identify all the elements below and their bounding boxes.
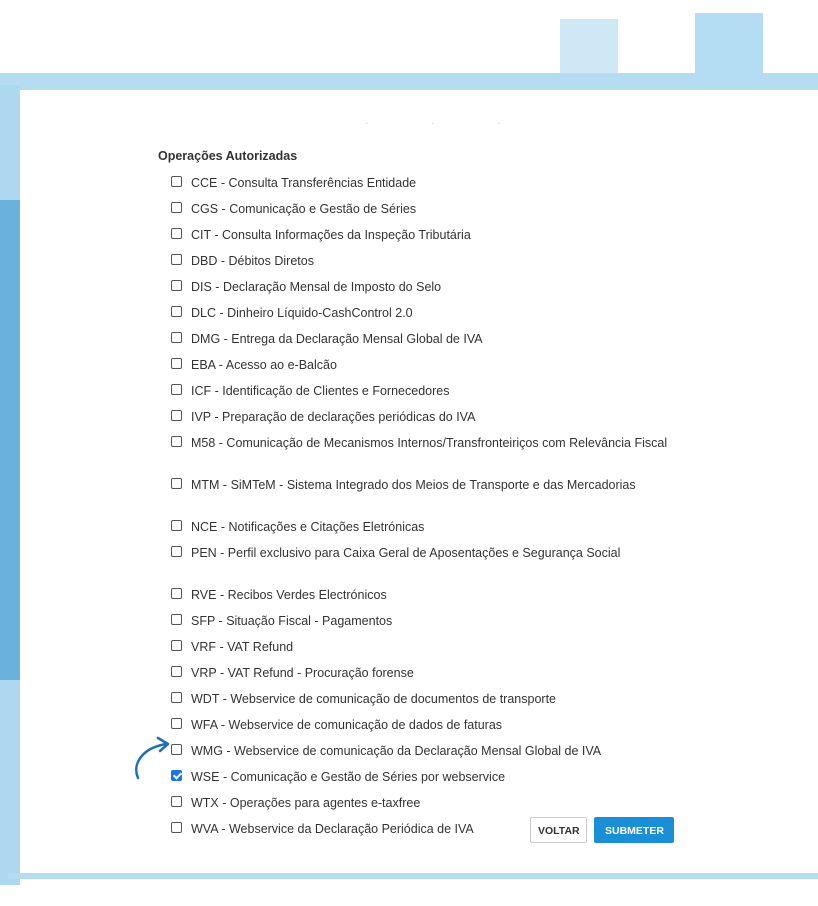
operation-label: NCE - Notificações e Citações Eletrónica… <box>191 520 425 534</box>
decorative-top-bar <box>0 73 818 90</box>
operation-item[interactable]: WTX - Operações para agentes e-taxfree <box>171 790 671 816</box>
decorative-left-accent <box>0 200 20 680</box>
curved-arrow-icon <box>135 736 170 780</box>
operation-item[interactable]: PEN - Perfil exclusivo para Caixa Geral … <box>171 540 671 582</box>
operation-label: DMG - Entrega da Declaração Mensal Globa… <box>191 332 483 346</box>
operation-item[interactable]: DLC - Dinheiro Líquido-CashControl 2.0 <box>171 300 671 326</box>
operation-label: PEN - Perfil exclusivo para Caixa Geral … <box>191 546 621 560</box>
operation-label: DBD - Débitos Diretos <box>191 254 314 268</box>
operation-item[interactable]: MTM - SiMTeM - Sistema Integrado dos Mei… <box>171 472 671 514</box>
checkbox-icon[interactable] <box>171 666 182 677</box>
checkbox-icon[interactable] <box>171 254 182 265</box>
checkbox-icon[interactable] <box>171 478 182 489</box>
operation-item[interactable]: WFA - Webservice de comunicação de dados… <box>171 712 671 738</box>
checkbox-icon[interactable] <box>171 718 182 729</box>
operation-item[interactable]: CGS - Comunicação e Gestão de Séries <box>171 196 671 222</box>
operation-label: IVP - Preparação de declarações periódic… <box>191 410 476 424</box>
operation-label: VRP - VAT Refund - Procuração forense <box>191 666 414 680</box>
operation-item[interactable]: DBD - Débitos Diretos <box>171 248 671 274</box>
operation-label: SFP - Situação Fiscal - Pagamentos <box>191 614 393 628</box>
checkbox-icon[interactable] <box>171 614 182 625</box>
decorative-square-small <box>560 19 618 77</box>
operation-item[interactable]: ICF - Identificação de Clientes e Fornec… <box>171 378 671 404</box>
checkbox-icon[interactable] <box>171 520 182 531</box>
operation-item[interactable]: NCE - Notificações e Citações Eletrónica… <box>171 514 671 540</box>
checkbox-icon[interactable] <box>171 436 182 447</box>
operation-label: CIT - Consulta Informações da Inspeção T… <box>191 228 471 242</box>
section-title: Operações Autorizadas <box>158 149 298 163</box>
operation-item[interactable]: EBA - Acesso ao e-Balcão <box>171 352 671 378</box>
operation-label: WFA - Webservice de comunicação de dados… <box>191 718 503 732</box>
checkbox-icon[interactable] <box>171 306 182 317</box>
operation-item[interactable]: DIS - Declaração Mensal de Imposto do Se… <box>171 274 671 300</box>
operation-item[interactable]: WDT - Webservice de comunicação de docum… <box>171 686 671 712</box>
operation-item[interactable]: IVP - Preparação de declarações periódic… <box>171 404 671 430</box>
faint-separator: · · · <box>365 118 531 129</box>
operation-label: M58 - Comunicação de Mecanismos Internos… <box>191 436 668 450</box>
checkbox-icon[interactable] <box>171 358 182 369</box>
checkbox-icon[interactable] <box>171 692 182 703</box>
operation-item[interactable]: WSE - Comunicação e Gestão de Séries por… <box>171 764 671 790</box>
submit-button[interactable]: SUBMETER <box>594 817 675 843</box>
operation-item[interactable]: VRF - VAT Refund <box>171 634 671 660</box>
operation-label: WVA - Webservice da Declaração Periódica… <box>191 822 474 836</box>
decorative-bottom-bar <box>8 873 818 879</box>
operation-label: ICF - Identificação de Clientes e Fornec… <box>191 384 450 398</box>
checkbox-icon[interactable] <box>171 176 182 187</box>
checkbox-icon[interactable] <box>171 280 182 291</box>
checkbox-icon[interactable] <box>171 588 182 599</box>
checkbox-icon[interactable] <box>171 640 182 651</box>
checkbox-icon[interactable] <box>171 228 182 239</box>
operation-item[interactable]: DMG - Entrega da Declaração Mensal Globa… <box>171 326 671 352</box>
operation-label: MTM - SiMTeM - Sistema Integrado dos Mei… <box>191 478 636 492</box>
checkbox-icon[interactable] <box>171 384 182 395</box>
form-actions: VOLTAR SUBMETER <box>530 817 675 843</box>
checkbox-icon[interactable] <box>171 410 182 421</box>
operation-label: WSE - Comunicação e Gestão de Séries por… <box>191 770 506 784</box>
operation-label: WTX - Operações para agentes e-taxfree <box>191 796 421 810</box>
operation-label: DIS - Declaração Mensal de Imposto do Se… <box>191 280 442 294</box>
operation-label: EBA - Acesso ao e-Balcão <box>191 358 337 372</box>
operation-item[interactable]: CCE - Consulta Transferências Entidade <box>171 170 671 196</box>
decorative-square-large <box>695 13 763 81</box>
operation-item[interactable]: CIT - Consulta Informações da Inspeção T… <box>171 222 671 248</box>
back-button[interactable]: VOLTAR <box>530 817 587 843</box>
operation-item[interactable]: M58 - Comunicação de Mecanismos Internos… <box>171 430 671 472</box>
checkbox-icon[interactable] <box>171 332 182 343</box>
operation-item[interactable]: VRP - VAT Refund - Procuração forense <box>171 660 671 686</box>
operation-item[interactable]: SFP - Situação Fiscal - Pagamentos <box>171 608 671 634</box>
checkbox-icon[interactable] <box>171 202 182 213</box>
checkbox-icon[interactable] <box>171 546 182 557</box>
checkbox-icon[interactable] <box>171 796 182 807</box>
operation-label: VRF - VAT Refund <box>191 640 294 654</box>
operation-label: WDT - Webservice de comunicação de docum… <box>191 692 556 706</box>
operation-label: CGS - Comunicação e Gestão de Séries <box>191 202 417 216</box>
operation-label: WMG - Webservice de comunicação da Decla… <box>191 744 602 758</box>
checkbox-icon[interactable] <box>171 822 182 833</box>
operation-label: CCE - Consulta Transferências Entidade <box>191 176 417 190</box>
operation-label: RVE - Recibos Verdes Electrónicos <box>191 588 387 602</box>
operations-list: CCE - Consulta Transferências Entidade CG… <box>171 170 671 842</box>
operation-label: DLC - Dinheiro Líquido-CashControl 2.0 <box>191 306 413 320</box>
operation-item[interactable]: RVE - Recibos Verdes Electrónicos <box>171 582 671 608</box>
operation-item[interactable]: WMG - Webservice de comunicação da Decla… <box>171 738 671 764</box>
